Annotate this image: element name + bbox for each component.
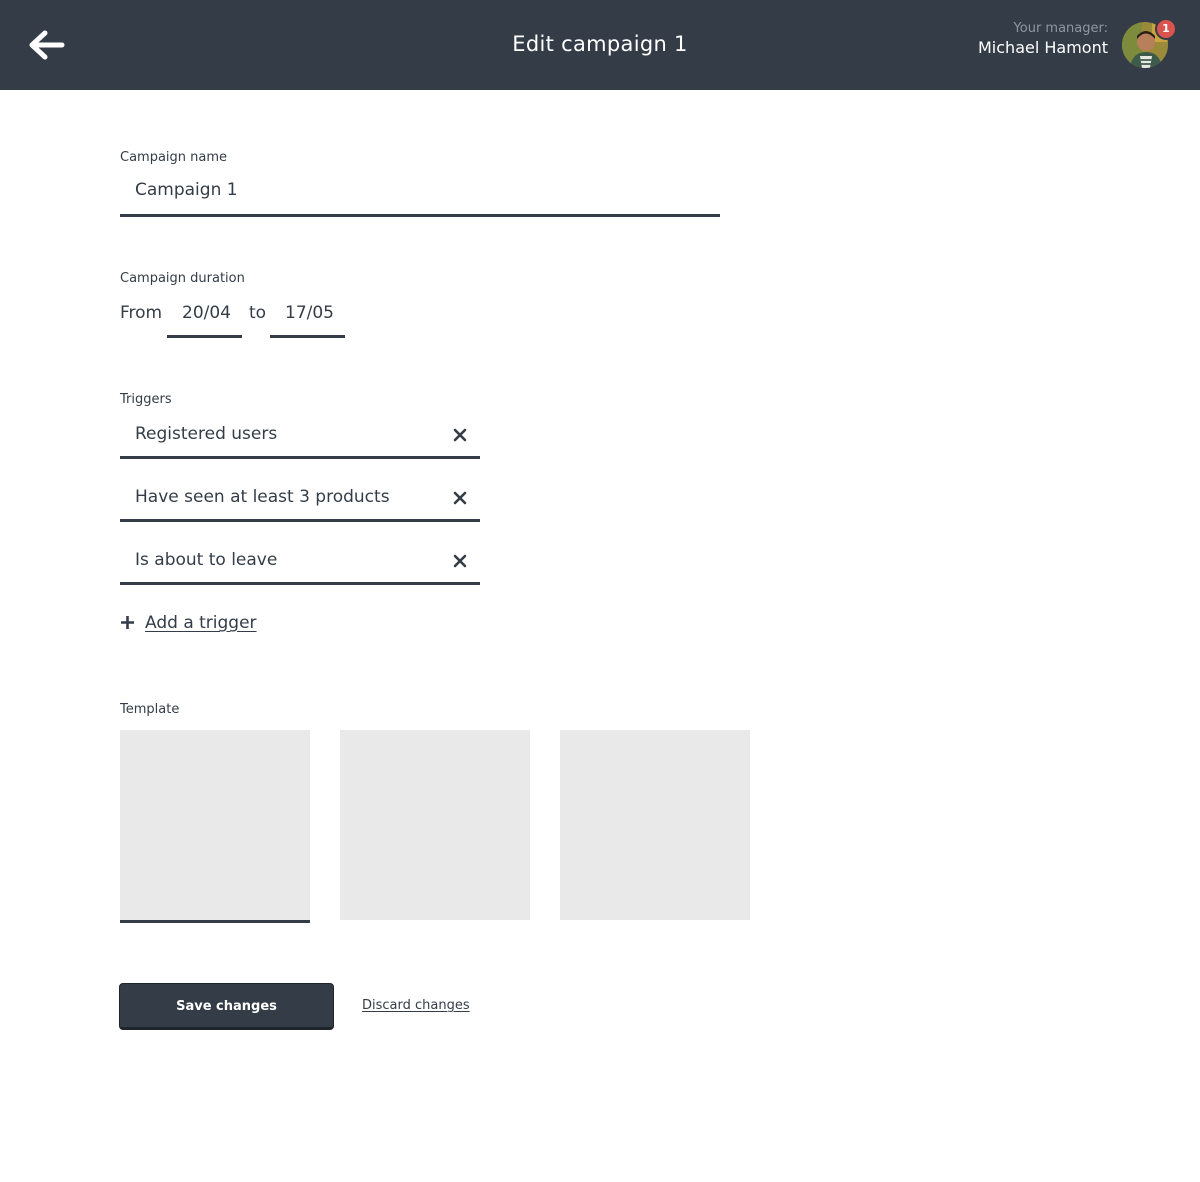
save-changes-button[interactable]: Save changes — [119, 983, 334, 1030]
trigger-item[interactable]: Registered users — [120, 424, 480, 459]
remove-trigger-button[interactable] — [452, 553, 468, 569]
manager-info: Your manager: Michael Hamont — [978, 21, 1108, 58]
manager-name: Michael Hamont — [978, 38, 1108, 57]
trigger-item[interactable]: Is about to leave — [120, 550, 480, 585]
notification-badge: 1 — [1155, 18, 1177, 40]
manager-label: Your manager: — [1013, 21, 1108, 36]
template-option-1[interactable] — [120, 730, 310, 923]
campaign-duration-label: Campaign duration — [120, 271, 245, 286]
to-label: to — [249, 303, 267, 323]
trigger-item[interactable]: Have seen at least 3 products — [120, 487, 480, 522]
header-bar: Edit campaign 1 Your manager: Michael Ha… — [0, 0, 1200, 90]
close-icon — [453, 428, 467, 442]
from-label: From — [120, 303, 163, 323]
end-date-input[interactable]: 17/05 — [270, 303, 345, 338]
trigger-label: Is about to leave — [135, 550, 278, 570]
remove-trigger-button[interactable] — [452, 490, 468, 506]
trigger-label: Have seen at least 3 products — [135, 487, 390, 507]
start-date-input[interactable]: 20/04 — [167, 303, 242, 338]
add-trigger-label: Add a trigger — [145, 613, 257, 633]
template-option-2[interactable] — [340, 730, 530, 920]
discard-changes-link[interactable]: Discard changes — [362, 998, 470, 1013]
campaign-name-value: Campaign 1 — [135, 180, 238, 200]
template-label: Template — [120, 702, 180, 717]
start-date-value: 20/04 — [182, 303, 231, 323]
campaign-name-input[interactable]: Campaign 1 — [120, 180, 720, 217]
trigger-label: Registered users — [135, 424, 278, 444]
plus-icon — [121, 616, 134, 629]
template-option-3[interactable] — [560, 730, 750, 920]
close-icon — [453, 554, 467, 568]
end-date-value: 17/05 — [285, 303, 334, 323]
campaign-name-label: Campaign name — [120, 150, 228, 165]
triggers-label: Triggers — [120, 392, 172, 407]
close-icon — [453, 491, 467, 505]
remove-trigger-button[interactable] — [452, 427, 468, 443]
